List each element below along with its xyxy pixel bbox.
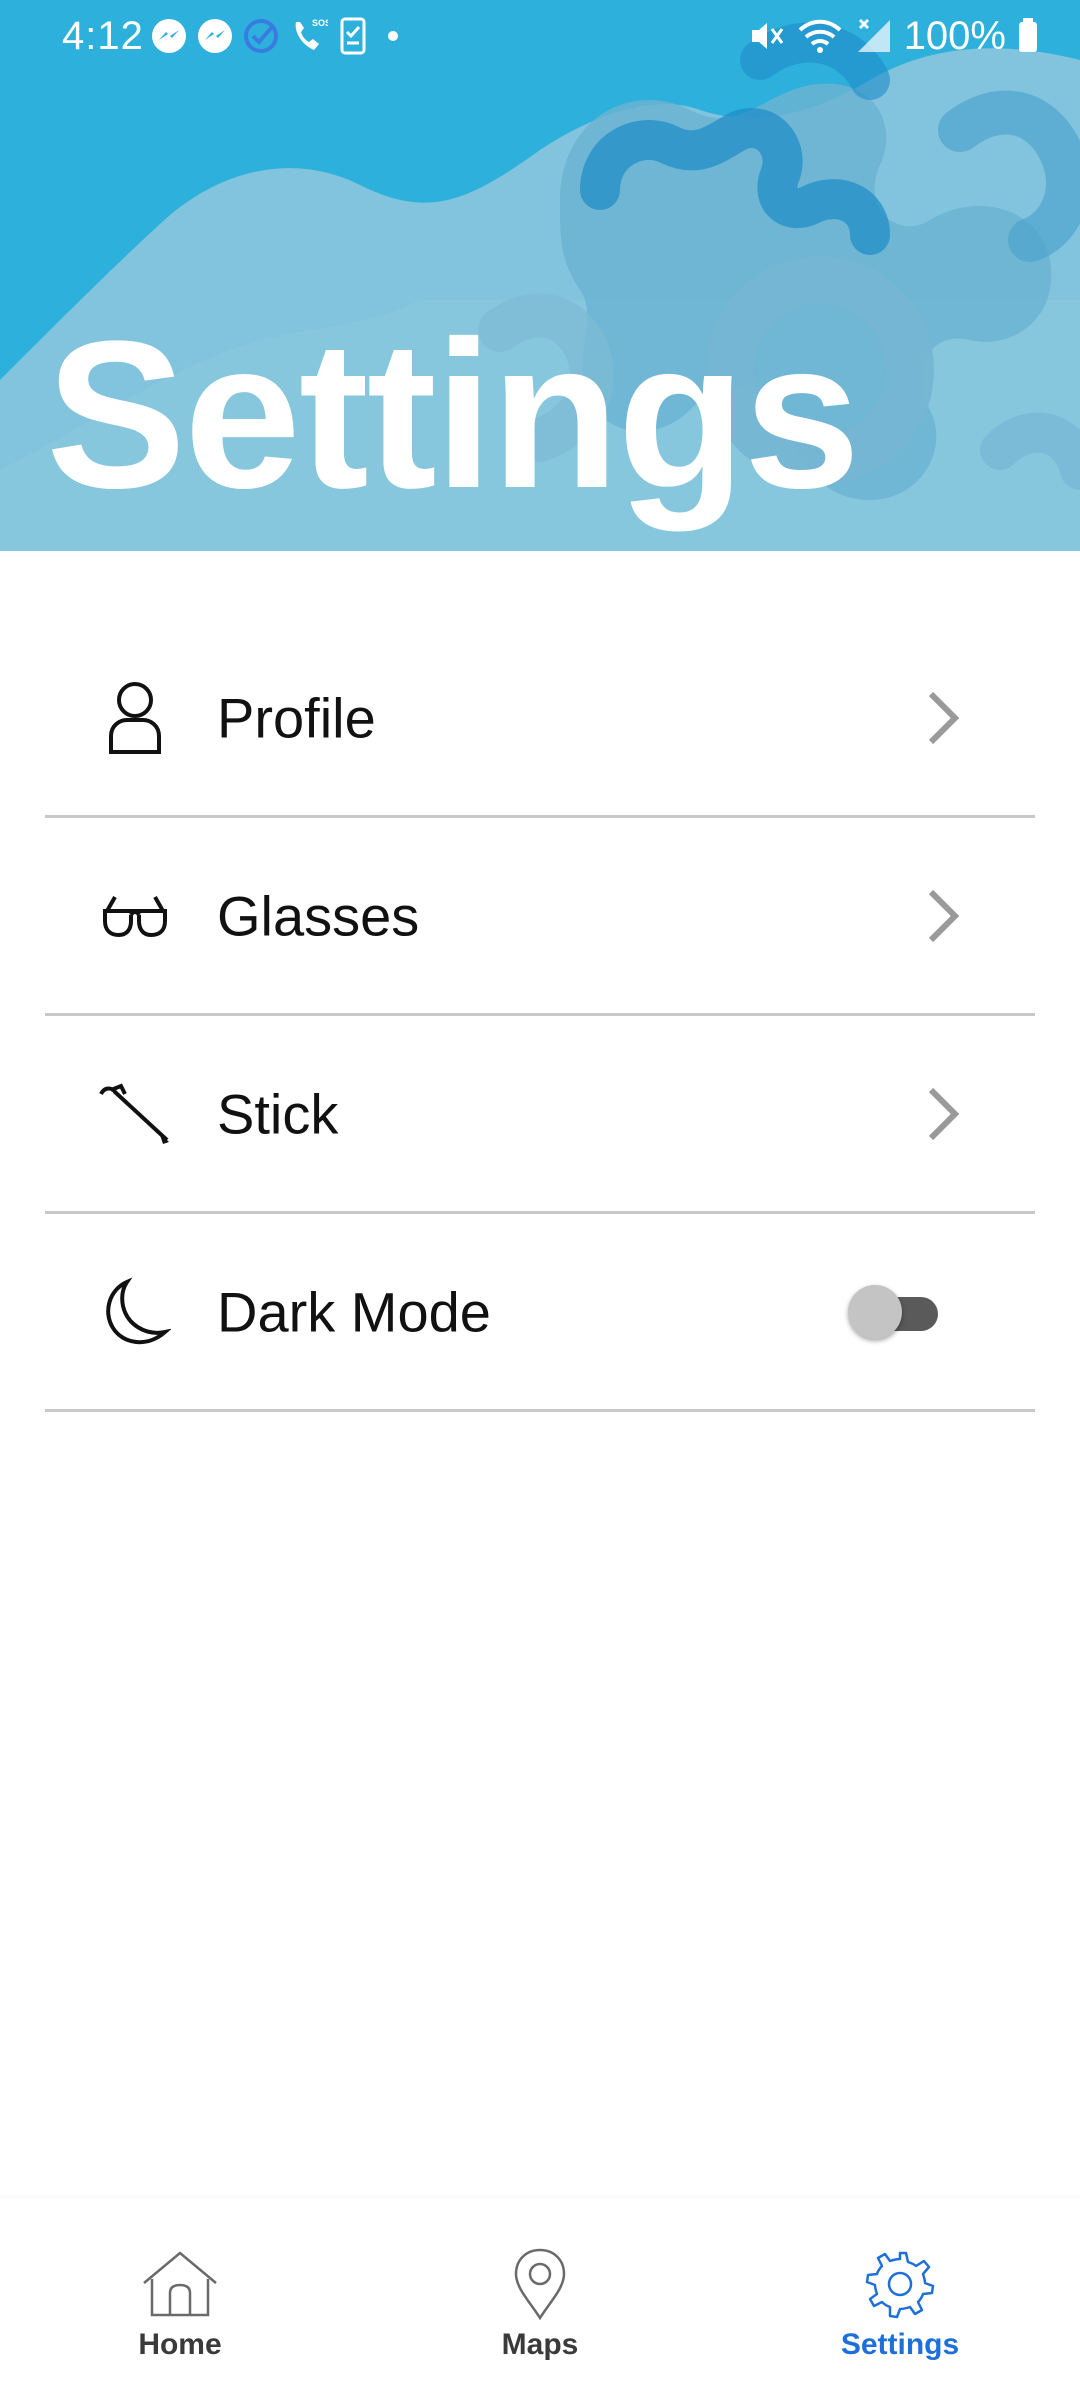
glasses-icon (97, 878, 173, 954)
svg-text:SOS: SOS (312, 18, 328, 28)
nav-home[interactable]: Home (0, 2198, 360, 2408)
messenger-icon (198, 19, 232, 53)
no-signal-icon (857, 18, 890, 52)
settings-item-label: Dark Mode (217, 1280, 491, 1343)
nav-maps[interactable]: Maps (360, 2198, 720, 2408)
settings-item-dark-mode: Dark Mode (45, 1214, 1035, 1412)
home-icon (140, 2248, 220, 2320)
settings-item-profile[interactable]: Profile (45, 620, 1035, 818)
messenger-icon (152, 19, 186, 53)
bottom-navigation: Home Maps Settings (0, 2198, 1080, 2408)
chevron-right-icon (928, 889, 960, 942)
settings-item-glasses[interactable]: Glasses (45, 818, 1035, 1016)
stick-icon (97, 1076, 173, 1152)
settings-list: Profile Glasses Stick Dark Mode (45, 620, 1035, 1412)
map-pin-icon (500, 2248, 580, 2320)
settings-item-label: Stick (217, 1082, 339, 1145)
dark-mode-toggle[interactable] (848, 1283, 940, 1341)
mute-vibrate-icon (751, 23, 783, 49)
settings-item-label: Profile (217, 686, 376, 749)
system-icons: 100% (746, 12, 1040, 60)
toggle-thumb (848, 1284, 902, 1339)
settings-item-stick[interactable]: Stick (45, 1016, 1035, 1214)
nav-label: Maps (501, 2328, 579, 2361)
battery-icon (1019, 18, 1037, 52)
status-time: 4:12 (62, 14, 144, 58)
moon-icon (97, 1274, 173, 1350)
nav-settings[interactable]: Settings (720, 2198, 1080, 2408)
battery-percentage: 100% (903, 14, 1006, 58)
page-title: Settings (46, 297, 860, 532)
wifi-icon (798, 19, 842, 53)
notification-icons: SOS (150, 14, 408, 58)
settings-header: 4:12 SOS 100% Settings (0, 0, 1080, 551)
sos-call-icon: SOS (295, 18, 328, 50)
chevron-right-icon (928, 1087, 960, 1140)
gear-icon (860, 2248, 940, 2320)
settings-item-label: Glasses (217, 884, 420, 947)
chevron-right-icon (928, 691, 960, 744)
status-bar: 4:12 SOS 100% (0, 0, 1080, 72)
phone-clipboard-icon (340, 17, 366, 55)
check-circle-icon (244, 19, 278, 53)
person-icon (97, 680, 173, 756)
dot-icon (388, 31, 398, 41)
nav-label: Home (138, 2328, 222, 2361)
nav-label: Settings (840, 2328, 960, 2361)
